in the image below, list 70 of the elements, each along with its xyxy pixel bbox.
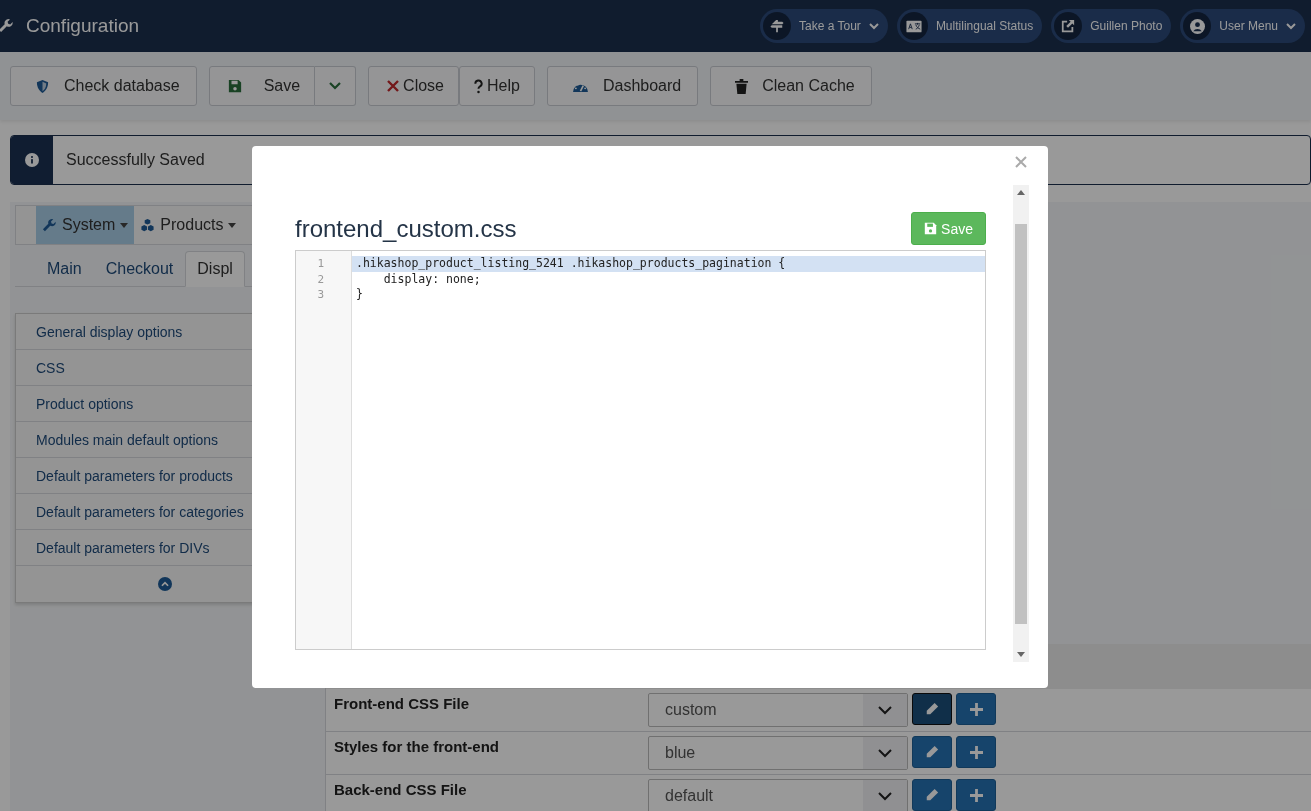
modal-title: frontend_custom.css	[295, 214, 517, 243]
select-field[interactable]: custom	[648, 693, 908, 727]
line-number: 1	[317, 256, 325, 272]
message-text: Successfully Saved	[65, 151, 205, 169]
toolbar-button[interactable]: Close	[368, 66, 459, 106]
tab[interactable]: Main	[35, 251, 94, 287]
header-menu-button[interactable]: User Menu	[1180, 9, 1305, 43]
collapse-up-icon[interactable]	[158, 577, 172, 591]
save-icon	[227, 79, 242, 93]
code-line: display: none;	[382, 271, 481, 286]
plus-icon	[969, 745, 983, 759]
edit-button[interactable]	[912, 736, 952, 768]
scroll-up-icon[interactable]	[1017, 190, 1025, 195]
close-icon[interactable]	[1015, 156, 1027, 168]
trash-icon	[735, 78, 749, 94]
toolbar-button[interactable]: Help	[459, 66, 535, 106]
plus-icon	[969, 702, 983, 716]
select-field[interactable]: default	[648, 779, 908, 811]
pencil-icon	[925, 745, 939, 759]
tab[interactable]: Displ	[185, 251, 245, 287]
menu-item[interactable]: System	[36, 206, 135, 244]
wrench-icon	[42, 217, 57, 233]
tab[interactable]: Checkout	[93, 251, 186, 287]
toolbar-button[interactable]: Check database	[10, 66, 197, 106]
plus-icon	[969, 788, 983, 802]
add-button[interactable]	[956, 779, 996, 811]
page-title: Configuration	[26, 15, 140, 37]
caret-icon	[120, 222, 129, 228]
chevron-down-icon	[878, 791, 892, 801]
question-icon	[474, 78, 483, 94]
cubes-icon	[140, 217, 156, 233]
add-button[interactable]	[956, 693, 996, 725]
wrench-icon	[0, 18, 14, 34]
toolbar-button[interactable]: Clean Cache	[710, 66, 872, 106]
close-icon	[387, 80, 400, 92]
chevron-down-icon	[329, 82, 342, 90]
edit-button[interactable]	[912, 779, 952, 811]
toolbar-button[interactable]: Save	[208, 66, 316, 106]
line-number: 2	[317, 271, 325, 287]
user-icon	[1189, 18, 1205, 34]
chevron-down-icon	[878, 748, 892, 758]
setting-label: Styles for the front-end	[334, 737, 500, 755]
dropdown-toggle[interactable]	[315, 66, 357, 106]
external-link-icon	[1061, 19, 1076, 33]
scroll-down-icon[interactable]	[1017, 652, 1025, 657]
code-line: .hikashop_product_listing_5241 .hikashop_products_pagination {	[356, 256, 786, 270]
caret-icon	[228, 222, 237, 228]
code-editor[interactable]: 1 2 3 .hikashop_product_listing_5241 .hikashop_products_pagination { display: none; }	[295, 250, 986, 650]
scrollbar[interactable]	[1013, 185, 1029, 662]
select-field[interactable]: blue	[648, 736, 908, 770]
edit-button[interactable]	[912, 693, 952, 725]
line-number: 3	[317, 287, 325, 303]
header-menu-button[interactable]: Take a Tour	[760, 9, 888, 43]
toolbar-button[interactable]: Dashboard	[546, 66, 699, 106]
shield-icon	[35, 78, 50, 94]
save-button[interactable]: Save	[911, 212, 986, 245]
save-icon	[924, 222, 938, 235]
pencil-icon	[925, 788, 939, 802]
chevron-down-icon	[878, 705, 892, 715]
setting-label: Back-end CSS File	[334, 780, 468, 798]
pencil-icon	[925, 702, 939, 716]
add-button[interactable]	[956, 736, 996, 768]
code-line: }	[356, 287, 363, 301]
header-menu-button[interactable]: Guillen Photo	[1051, 9, 1172, 43]
info-icon	[25, 153, 39, 167]
setting-label: Front-end CSS File	[334, 694, 470, 712]
menu-item[interactable]: Products	[134, 206, 243, 244]
signpost-icon	[770, 19, 785, 33]
header-menu-button[interactable]: Multilingual Status	[896, 9, 1043, 43]
language-icon	[905, 19, 922, 33]
